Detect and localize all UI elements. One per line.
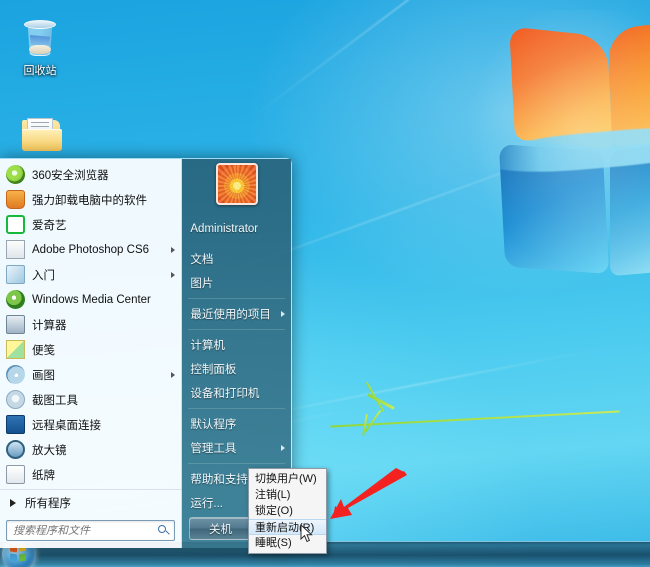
media-center-icon	[6, 290, 25, 309]
windows-logo-wallpaper	[460, 10, 650, 280]
power-menu-item[interactable]: 注销(L)	[249, 487, 326, 503]
start-menu-program-label: 爱奇艺	[32, 219, 67, 232]
start-menu-program-label: 放大镜	[32, 444, 67, 457]
start-menu-place-label: 控制面板	[190, 364, 237, 376]
start-menu-place-label: 设备和打印机	[190, 388, 260, 400]
search-box[interactable]	[6, 520, 176, 541]
start-menu-program-item[interactable]: 纸牌	[0, 462, 181, 487]
sticky-notes-icon	[6, 340, 25, 359]
start-menu-program-item[interactable]: 放大镜	[0, 437, 181, 462]
search-icon	[158, 524, 171, 537]
start-menu-place-label: 管理工具	[190, 443, 237, 455]
remote-desktop-icon	[6, 415, 25, 434]
start-menu-program-item[interactable]: Adobe Photoshop CS6	[0, 237, 181, 262]
start-menu-program-item[interactable]: 计算器	[0, 312, 181, 337]
chevron-right-icon	[171, 372, 176, 378]
avatar[interactable]	[215, 163, 258, 205]
chevron-right-icon	[281, 445, 285, 451]
chevron-right-icon	[171, 272, 176, 278]
desktop-icon-label: 回收站	[23, 65, 57, 77]
start-menu-program-label: 计算器	[32, 319, 67, 332]
start-menu-program-label: 画图	[32, 369, 55, 382]
start-menu-place-item[interactable]: 图片	[182, 271, 291, 295]
start-menu-left-panel: 360安全浏览器强力卸载电脑中的软件 爱奇艺 Adobe Photoshop CS6…	[0, 159, 183, 548]
user-avatar-container[interactable]	[182, 159, 291, 217]
chevron-right-icon	[10, 498, 16, 507]
solitaire-icon	[6, 465, 25, 484]
start-menu-place-item[interactable]: 文档	[182, 247, 291, 271]
menu-separator	[188, 463, 285, 464]
search-container	[0, 515, 181, 548]
shutdown-button[interactable]: 关机	[189, 517, 252, 540]
start-menu-program-item[interactable]: 爱奇艺	[0, 212, 181, 237]
start-menu-program-label: 入门	[32, 269, 55, 282]
start-menu-program-label: 强力卸载电脑中的软件	[32, 194, 147, 207]
photoshop-icon	[6, 240, 25, 259]
start-menu-program-label: 纸牌	[32, 469, 55, 482]
power-menu-item[interactable]: 重新启动(R)	[249, 519, 326, 535]
start-menu-program-label: Adobe Photoshop CS6	[32, 243, 150, 256]
start-menu-place-item[interactable]: 默认程序	[182, 412, 291, 436]
start-menu-program-item[interactable]: 入门	[0, 262, 181, 287]
paint-icon	[6, 365, 25, 384]
power-menu-item[interactable]: 切换用户(W)	[249, 471, 326, 487]
iqiyi-icon	[6, 215, 25, 234]
search-input[interactable]	[13, 524, 159, 537]
power-menu-item[interactable]: 锁定(O)	[249, 503, 326, 519]
start-menu-program-item[interactable]: 便笺	[0, 337, 181, 362]
start-menu-program-label: 远程桌面连接	[32, 419, 101, 432]
start-menu-place-label: 文档	[190, 254, 214, 266]
mouse-cursor	[300, 524, 313, 543]
start-menu-place-label: 计算机	[190, 340, 225, 352]
calculator-icon	[6, 315, 25, 334]
getting-started-icon	[6, 265, 25, 284]
folder-icon	[16, 112, 64, 160]
start-menu-place-label: 运行...	[190, 498, 223, 510]
ie-browser-icon	[6, 165, 25, 184]
uninstaller-icon	[6, 190, 25, 209]
start-menu-program-label: 360安全浏览器	[32, 169, 109, 182]
start-menu-place-label: 最近使用的项目	[190, 309, 271, 321]
start-menu-program-label: Windows Media Center	[32, 293, 151, 306]
start-menu-place-label: 帮助和支持	[190, 474, 248, 486]
start-menu-place-label: 图片	[190, 278, 214, 290]
menu-separator	[188, 408, 285, 409]
start-menu-place-label: 默认程序	[190, 419, 237, 431]
snipping-tool-icon	[6, 390, 25, 409]
magnifier-icon	[6, 440, 25, 459]
start-menu-program-item[interactable]: 截图工具	[0, 387, 181, 412]
start-menu-place-item[interactable]: 设备和打印机	[182, 381, 291, 405]
start-menu-place-item[interactable]: 管理工具	[182, 436, 291, 460]
user-name: Administrator	[190, 223, 259, 235]
start-menu-program-item[interactable]: 强力卸载电脑中的软件	[0, 187, 181, 212]
desktop-icon-recycle-bin[interactable]: 回收站	[4, 14, 76, 78]
start-menu-program-label: 截图工具	[32, 394, 78, 407]
menu-separator	[188, 329, 285, 330]
recycle-bin-icon	[16, 14, 64, 62]
start-menu-program-item[interactable]: 画图	[0, 362, 181, 387]
power-menu-item[interactable]: 睡眠(S)	[249, 535, 326, 551]
menu-separator	[188, 298, 285, 299]
chevron-right-icon	[281, 311, 285, 317]
start-menu-program-item[interactable]: Windows Media Center	[0, 287, 181, 312]
chevron-right-icon	[171, 247, 176, 253]
start-menu-program-item[interactable]: 360安全浏览器	[0, 162, 181, 187]
all-programs-label: 所有程序	[25, 497, 71, 510]
all-programs-button[interactable]: 所有程序	[0, 489, 182, 515]
start-menu-program-label: 便笺	[32, 344, 55, 357]
start-menu-place-item[interactable]: 最近使用的项目	[182, 302, 291, 326]
pinned-programs-list: 360安全浏览器强力卸载电脑中的软件 爱奇艺 Adobe Photoshop CS6…	[0, 159, 181, 489]
desktop-icon-folder[interactable]	[4, 112, 76, 163]
start-menu-place-item[interactable]: 控制面板	[182, 357, 291, 381]
wallpaper-grass-sprig	[330, 381, 630, 440]
power-options-menu: 切换用户(W) 注销(L) 锁定(O) 重新启动(R) 睡眠(S)	[248, 468, 327, 554]
start-menu-place-item[interactable]: 计算机	[182, 333, 291, 357]
start-menu-program-item[interactable]: 远程桌面连接	[0, 412, 181, 437]
